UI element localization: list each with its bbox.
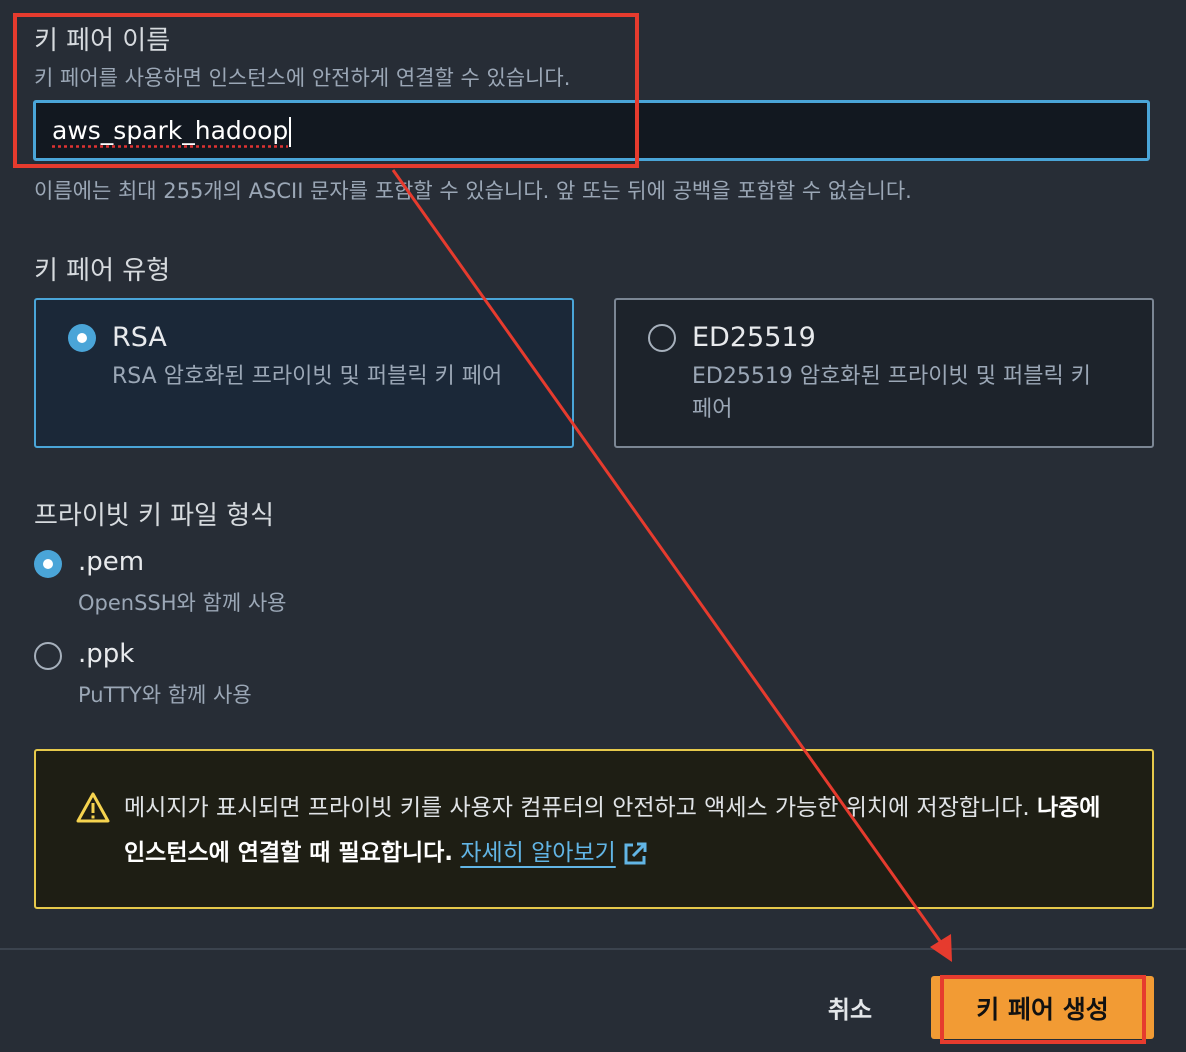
warning-icon: [76, 792, 110, 823]
key-pair-name-input[interactable]: aws_spark_hadoop: [33, 100, 1150, 161]
ppk-description: PuTTY와 함께 사용: [78, 683, 252, 707]
pem-radio[interactable]: [34, 550, 62, 578]
ed25519-radio[interactable]: [648, 324, 676, 352]
ppk-radio[interactable]: [34, 642, 62, 670]
key-type-option-ed25519[interactable]: ED25519 ED25519 암호화된 프라이빗 및 퍼블릭 키 페어: [614, 298, 1154, 448]
private-key-format-label: 프라이빗 키 파일 형식: [34, 501, 275, 531]
cancel-button[interactable]: 취소: [805, 985, 895, 1030]
key-pair-name-label: 키 페어 이름: [34, 26, 171, 56]
learn-more-link[interactable]: 자세히 알아보기: [460, 840, 615, 866]
pem-label[interactable]: .pem: [78, 547, 144, 577]
external-link-icon[interactable]: [622, 841, 648, 867]
key-type-option-rsa[interactable]: RSA RSA 암호화된 프라이빗 및 퍼블릭 키 페어: [34, 298, 574, 448]
warning-alert: 메시지가 표시되면 프라이빗 키를 사용자 컴퓨터의 안전하고 액세스 가능한 …: [34, 749, 1154, 909]
ed25519-label: ED25519: [692, 322, 816, 353]
pem-description: OpenSSH와 함께 사용: [78, 591, 287, 615]
warning-message: 메시지가 표시되면 프라이빗 키를 사용자 컴퓨터의 안전하고 액세스 가능한 …: [124, 786, 1124, 876]
rsa-radio[interactable]: [68, 324, 96, 352]
key-pair-type-label: 키 페어 유형: [34, 256, 171, 286]
text-caret: [289, 117, 292, 147]
key-pair-name-description: 키 페어를 사용하면 인스턴스에 안전하게 연결할 수 있습니다.: [34, 66, 571, 90]
rsa-description: RSA 암호화된 프라이빗 및 퍼블릭 키 페어: [112, 364, 503, 389]
footer-divider: [0, 948, 1186, 950]
key-pair-name-value: aws_spark_hadoop: [52, 116, 289, 145]
create-key-pair-button[interactable]: 키 페어 생성: [931, 976, 1154, 1039]
rsa-label: RSA: [112, 322, 167, 353]
ppk-label[interactable]: .ppk: [78, 639, 134, 669]
key-pair-name-constraint: 이름에는 최대 255개의 ASCII 문자를 포함할 수 있습니다. 앞 또는…: [34, 179, 912, 203]
ed25519-description: ED25519 암호화된 프라이빗 및 퍼블릭 키 페어: [692, 364, 1091, 422]
warning-text: 메시지가 표시되면 프라이빗 키를 사용자 컴퓨터의 안전하고 액세스 가능한 …: [124, 795, 1037, 821]
